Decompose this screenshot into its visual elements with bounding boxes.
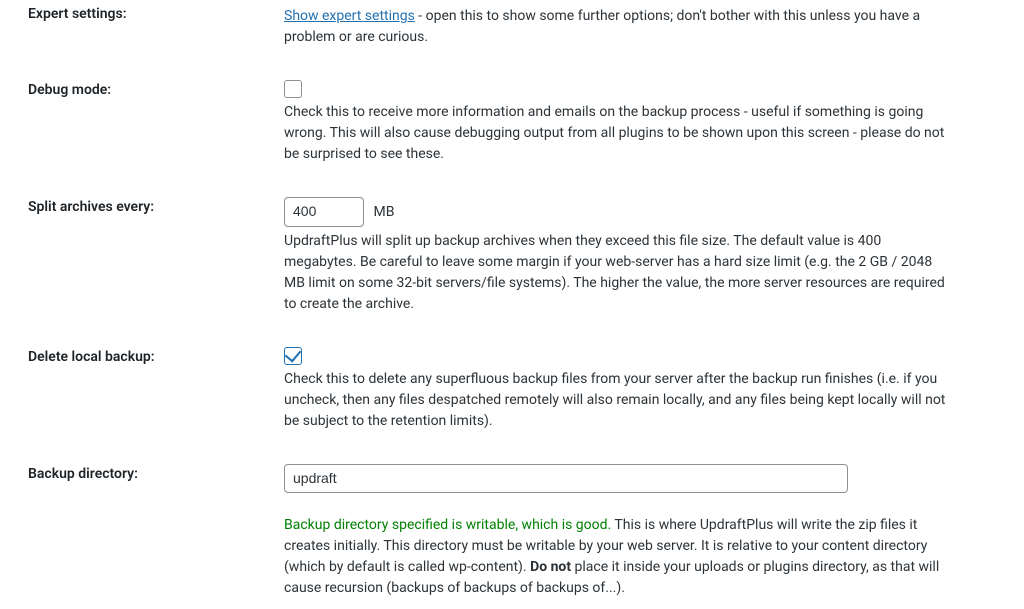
delete-local-checkbox[interactable] bbox=[284, 347, 302, 365]
split-archives-label: Split archives every: bbox=[10, 197, 284, 215]
delete-local-label: Delete local backup: bbox=[10, 347, 284, 365]
split-archives-description: UpdraftPlus will split up backup archive… bbox=[284, 231, 954, 315]
backup-directory-do-not: Do not bbox=[530, 559, 571, 575]
backup-directory-status: Backup directory specified is writable, … bbox=[284, 515, 954, 599]
debug-mode-description: Check this to receive more information a… bbox=[284, 102, 954, 165]
split-archives-input[interactable] bbox=[284, 197, 364, 227]
backup-directory-label: Backup directory: bbox=[10, 464, 284, 482]
delete-local-description: Check this to delete any superfluous bac… bbox=[284, 369, 954, 432]
debug-mode-label: Debug mode: bbox=[10, 80, 284, 98]
backup-directory-writable-status: Backup directory specified is writable, … bbox=[284, 517, 611, 533]
expert-settings-label: Expert settings: bbox=[10, 6, 284, 22]
backup-directory-input[interactable] bbox=[284, 464, 848, 494]
debug-mode-checkbox[interactable] bbox=[284, 80, 302, 98]
expert-settings-description: Show expert settings - open this to show… bbox=[284, 8, 920, 45]
split-archives-unit: MB bbox=[373, 204, 394, 220]
show-expert-settings-link[interactable]: Show expert settings bbox=[284, 8, 415, 24]
